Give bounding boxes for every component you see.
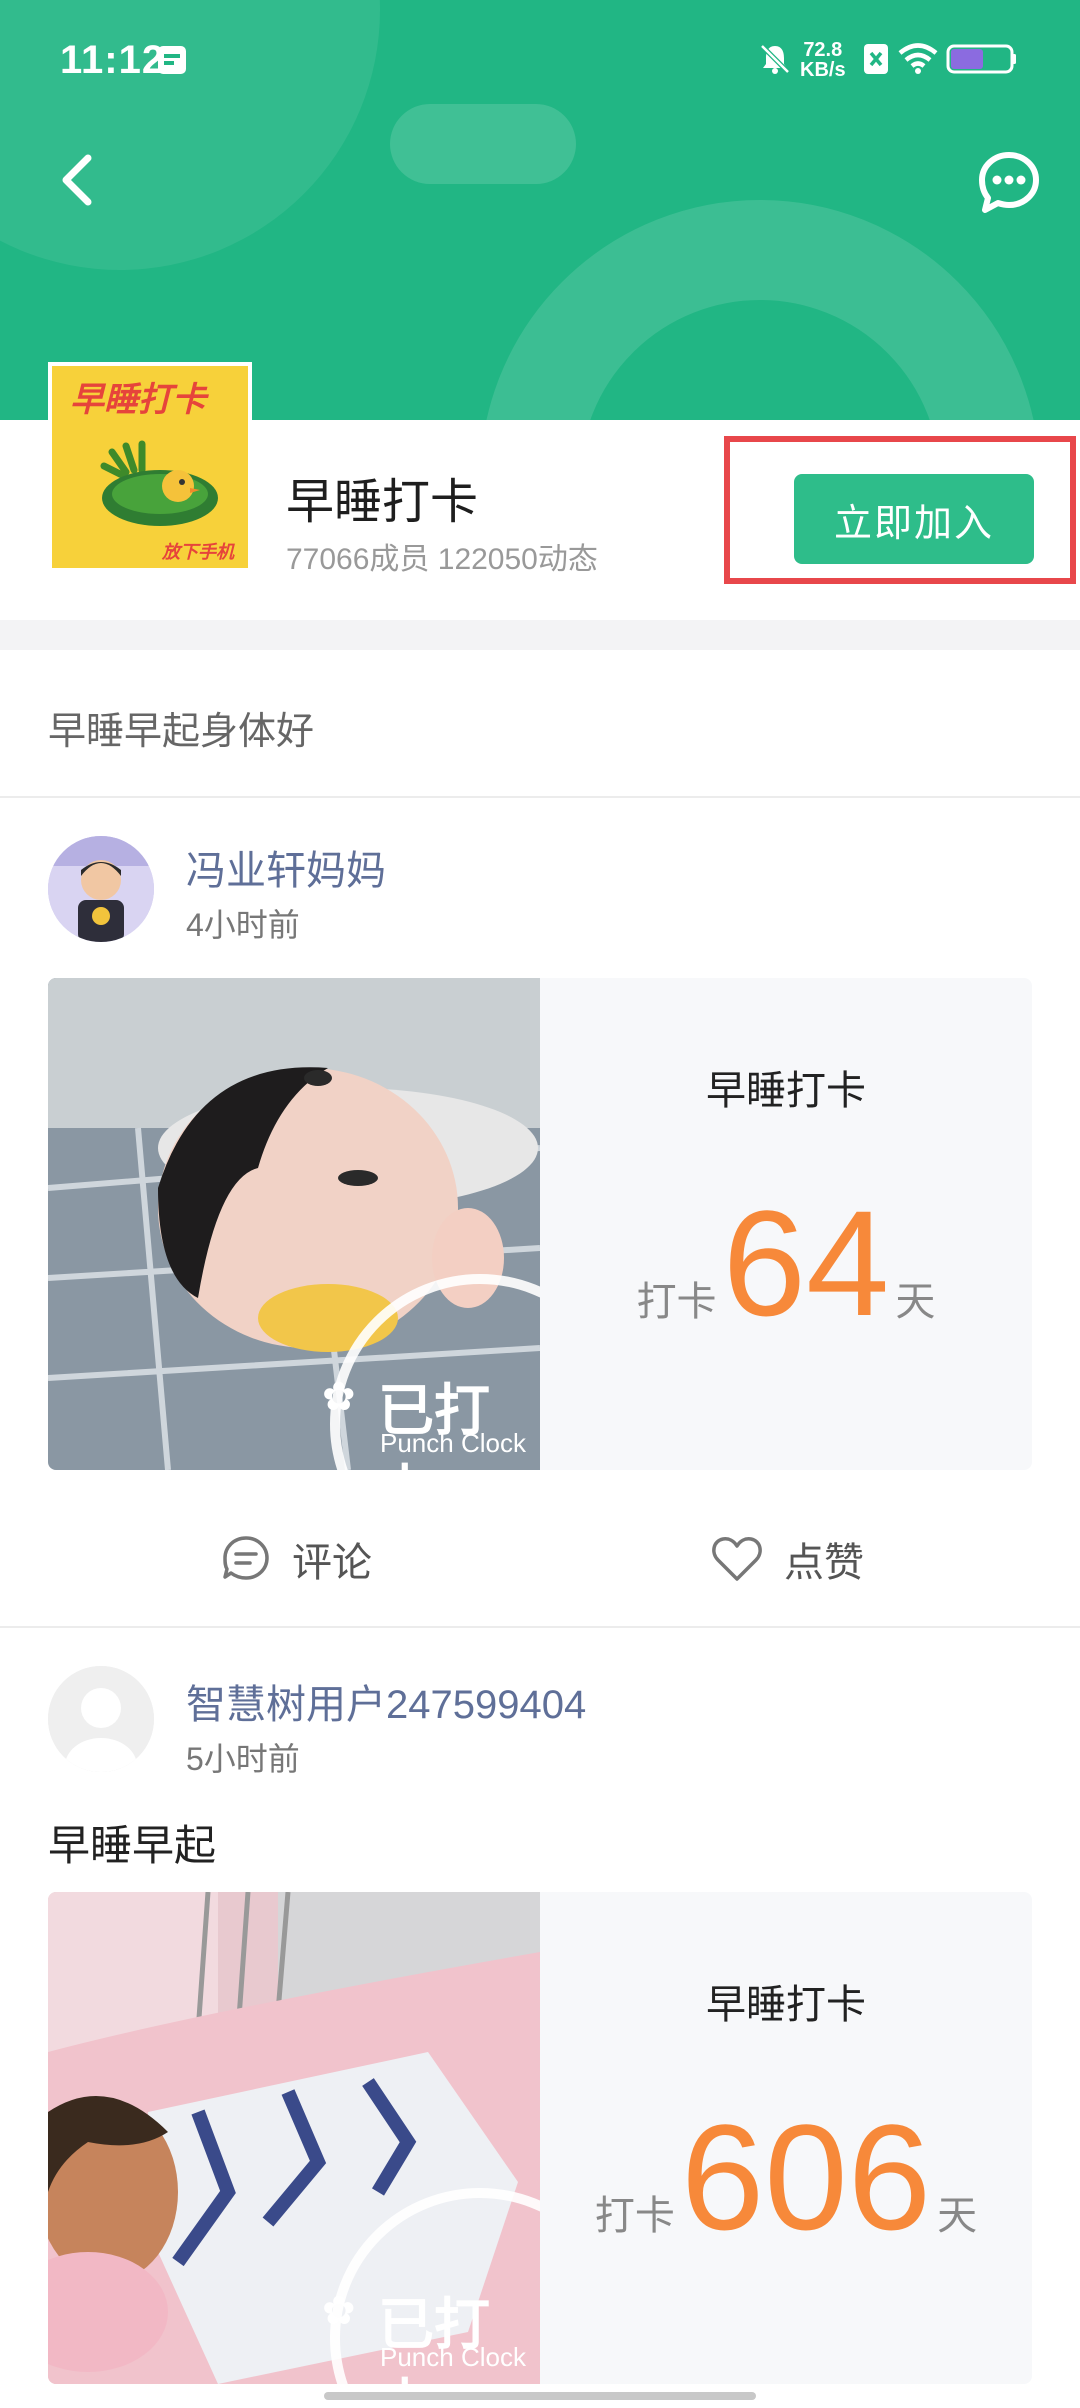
post-author[interactable]: 智慧树用户247599404 [186,1672,586,1730]
network-speed: 72.8 KB/s [800,40,846,80]
child-avatar-photo [48,836,154,942]
like-button[interactable]: 点赞 [710,1524,864,1594]
pineapple-duck-icon [100,440,218,526]
group-logo: 早睡打卡 放下手机 [48,362,252,572]
checkin-count-row: 打卡 64 天 [540,1188,1032,1338]
checkin-count: 606 [680,2093,932,2261]
status-bar: 11:12 72.8 KB/s [0,0,1080,120]
checkin-card-title: 早睡打卡 [706,1983,866,2027]
battery-icon [946,42,1018,81]
message-button[interactable] [974,148,1044,218]
checkin-card[interactable]: ✿ 已打卡 Punch Clock 早睡打卡 打卡 606 天 [48,1892,1032,2384]
home-indicator[interactable] [324,2392,756,2400]
group-name: 早睡打卡 [286,476,479,529]
checkin-count-prefix: 打卡 [636,1280,717,1324]
divider [0,1626,1080,1628]
post-time: 4小时前 [186,907,300,943]
net-speed-value: 72.8 [803,39,843,61]
checkin-count-suffix: 天 [895,1280,936,1324]
net-speed-unit: KB/s [800,59,846,81]
checkin-count-prefix: 打卡 [594,2194,675,2238]
comment-icon [223,1536,269,1580]
mute-bell-icon [758,42,792,81]
comment-label: 评论 [292,1541,372,1585]
back-button[interactable] [50,140,110,220]
like-label: 点赞 [784,1541,864,1585]
post-text: 早睡早起 [48,1822,217,1869]
group-description: 早睡早起身体好 [48,711,315,753]
section-separator [0,620,1080,650]
status-time: 11:12 [60,38,166,82]
join-button[interactable]: 立即加入 [794,474,1034,564]
group-header: 11:12 72.8 KB/s [0,0,1080,420]
heart-icon [712,1537,762,1581]
post-time: 5小时前 [186,1741,300,1777]
wifi-icon [898,42,938,79]
checkin-card[interactable]: ✿ 已打卡 Punch Clock 早睡打卡 打卡 64 天 [48,978,1032,1470]
avatar[interactable] [48,836,154,942]
chat-bubble-icon [979,152,1039,213]
comment-button[interactable]: 评论 [220,1524,372,1594]
sim-icon [862,42,890,81]
group-logo-subtitle: 放下手机 [162,542,234,562]
checkin-stamp-sub: Punch Clock [380,1428,526,1458]
calendar-icon [156,42,188,81]
checkin-count-suffix: 天 [937,2194,978,2238]
divider [0,796,1080,798]
avatar[interactable] [48,1666,154,1772]
header-decoration-ring [480,200,1040,420]
checkin-photo[interactable]: ✿ 已打卡 Punch Clock [48,978,540,1470]
checkin-count: 64 [722,1179,890,1347]
back-arrow-icon [62,154,92,206]
group-logo-title: 早睡打卡 [70,381,206,419]
checkin-photo[interactable]: ✿ 已打卡 Punch Clock [48,1892,540,2384]
star-icon: ✿ [322,1375,356,1419]
checkin-card-title: 早睡打卡 [706,1069,866,1113]
group-stats: 77066成员 122050动态 [286,543,598,576]
post-author[interactable]: 冯业轩妈妈 [186,838,386,896]
checkin-count-row: 打卡 606 天 [540,2102,1032,2252]
default-avatar-icon [48,1666,154,1772]
star-icon: ✿ [322,2289,356,2333]
checkin-stamp-sub: Punch Clock [380,2342,526,2372]
